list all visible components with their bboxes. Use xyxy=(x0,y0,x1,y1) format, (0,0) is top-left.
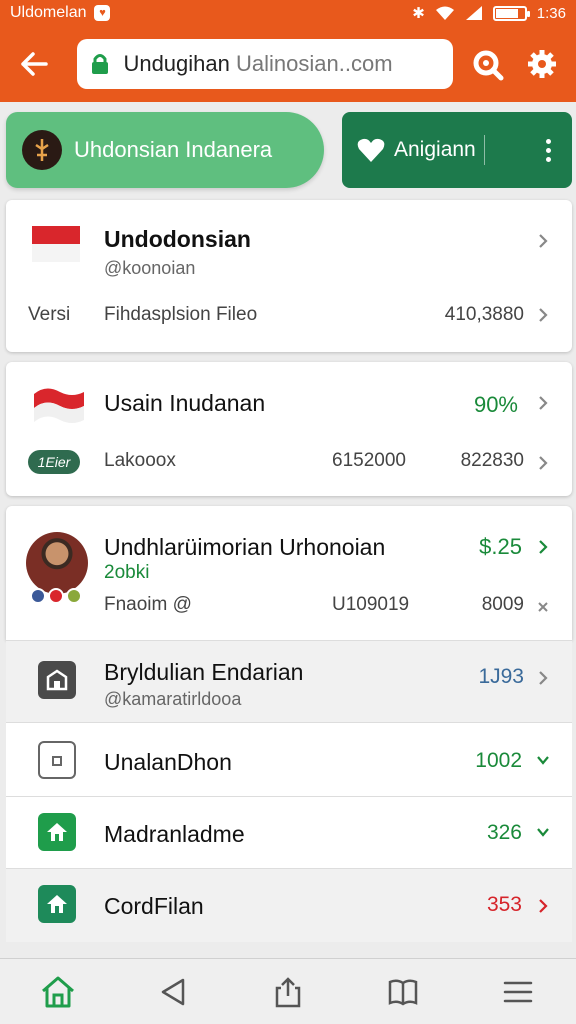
home-nav-button[interactable] xyxy=(28,967,88,1017)
bottom-navigation xyxy=(0,958,576,1024)
status-indicators: ✱ 1:36 xyxy=(412,4,566,23)
social-icons xyxy=(30,588,82,604)
chevron-right-icon xyxy=(539,540,548,554)
status-badge: 1Eier xyxy=(28,450,80,474)
lock-icon xyxy=(92,54,109,74)
store-icon xyxy=(38,661,76,699)
chevron-right-icon xyxy=(539,396,548,410)
divider xyxy=(483,135,485,165)
chevron-down-icon xyxy=(537,756,549,765)
chevron-right-icon xyxy=(539,456,548,470)
status-bar: Uldomelan ♥ ✱ 1:36 xyxy=(0,0,576,26)
card1-meta-value: Fihdasplsion Fileo xyxy=(104,304,258,325)
url-text: Undugihan Ualinosian..com xyxy=(123,51,393,76)
list-item-handle: @kamaratirldooa xyxy=(104,689,242,709)
status-app-name: Uldomelan xyxy=(10,4,87,21)
primary-action-button[interactable]: Uhdonsian Indanera xyxy=(6,112,324,188)
indonesia-flag-icon xyxy=(32,226,80,262)
secondary-action-label: Anigiann xyxy=(394,138,476,161)
card2-title: Usain Inudanan xyxy=(104,390,266,416)
card-usain-inudanan[interactable]: Usain Inudanan 90% 1Eier Lakooox 6152000… xyxy=(6,362,572,496)
share-nav-button[interactable] xyxy=(258,967,318,1017)
box-icon xyxy=(38,741,76,779)
card1-meta-label: Versi xyxy=(28,304,71,325)
chevron-right-icon xyxy=(539,234,548,248)
wifi-icon xyxy=(435,6,454,20)
list-item[interactable]: UnalanDhon 1002 xyxy=(6,722,572,796)
globe-icon xyxy=(66,588,82,604)
card2-value1: 6152000 xyxy=(332,450,406,471)
back-button[interactable] xyxy=(12,42,55,86)
card3-price: $.25 xyxy=(479,534,522,559)
indonesia-flag-icon xyxy=(34,388,84,423)
list-item[interactable]: Bryldulian Endarian @kamaratirldooa 1J93 xyxy=(6,640,572,722)
card3-subtitle: 2obki xyxy=(104,562,150,583)
bookmarks-nav-button[interactable] xyxy=(373,967,433,1017)
back-nav-button[interactable] xyxy=(143,967,203,1017)
status-time: 1:36 xyxy=(536,4,566,22)
more-options-icon[interactable] xyxy=(538,138,558,162)
chevron-right-icon xyxy=(539,308,548,322)
list-item-title: Madranladme xyxy=(104,821,245,847)
card2-percent: 90% xyxy=(473,392,518,417)
card-profile[interactable]: Undhlarüimorian Urhonoian 2obki $.25 Fna… xyxy=(6,506,572,640)
url-bar[interactable]: Undugihan Ualinosian..com xyxy=(77,39,454,89)
card-undodonsian[interactable]: Undodonsian @koonoian Versi Fihdasplsion… xyxy=(6,200,572,352)
card2-value2: 822830 xyxy=(460,450,524,471)
list-item-value: 1J93 xyxy=(478,665,524,688)
flag-icon xyxy=(48,588,64,604)
list-item[interactable]: CordFilan 353 xyxy=(6,868,572,942)
brand-logo-icon xyxy=(22,130,62,170)
list-item-title: UnalanDhon xyxy=(104,749,232,775)
settings-button[interactable] xyxy=(521,42,564,86)
secondary-action-button[interactable]: Anigiann xyxy=(342,112,572,188)
card3-label: Fnaoim @ xyxy=(104,594,192,615)
arrow-left-icon xyxy=(20,52,48,76)
heart-icon xyxy=(357,138,385,162)
list-item[interactable]: Madranladme 326 xyxy=(6,796,572,868)
chevron-right-icon xyxy=(539,899,548,913)
bluetooth-icon: ✱ xyxy=(412,5,425,22)
card3-title: Undhlarüimorian Urhonoian xyxy=(104,534,386,560)
signal-icon xyxy=(465,6,482,20)
list-item-title: CordFilan xyxy=(104,893,204,919)
avatar xyxy=(26,532,88,594)
card1-title: Undodonsian xyxy=(104,226,251,252)
menu-nav-button[interactable] xyxy=(488,967,548,1017)
gear-icon xyxy=(528,50,557,78)
list-item-value: 1002 xyxy=(475,749,522,772)
home-icon xyxy=(38,813,76,851)
share-icon xyxy=(275,976,301,1007)
search-gear-icon xyxy=(473,50,504,81)
list-item-value: 353 xyxy=(486,893,522,916)
primary-action-label: Uhdonsian Indanera xyxy=(74,137,273,162)
card1-handle: @koonoian xyxy=(104,258,196,278)
chevron-right-icon xyxy=(538,602,548,612)
house-icon xyxy=(38,885,76,923)
browser-toolbar: Undugihan Ualinosian..com xyxy=(0,26,576,102)
search-settings-button[interactable] xyxy=(465,42,508,86)
menu-icon xyxy=(504,981,533,1002)
chevron-down-icon xyxy=(537,828,549,837)
card3-value2: 8009 xyxy=(481,594,524,615)
list-item-value: 326 xyxy=(486,821,522,844)
card1-number: 410,3880 xyxy=(444,304,524,325)
list-item-title: Bryldulian Endarian xyxy=(104,659,304,685)
triangle-back-icon xyxy=(161,978,185,1005)
home-icon xyxy=(41,976,74,1007)
notification-icon: ♥ xyxy=(94,5,111,21)
card3-value1: U109019 xyxy=(332,594,410,615)
chevron-right-icon xyxy=(539,671,548,685)
facebook-icon xyxy=(30,588,46,604)
battery-icon xyxy=(492,5,530,21)
card2-label: Lakooox xyxy=(104,450,176,471)
book-icon xyxy=(388,978,418,1006)
